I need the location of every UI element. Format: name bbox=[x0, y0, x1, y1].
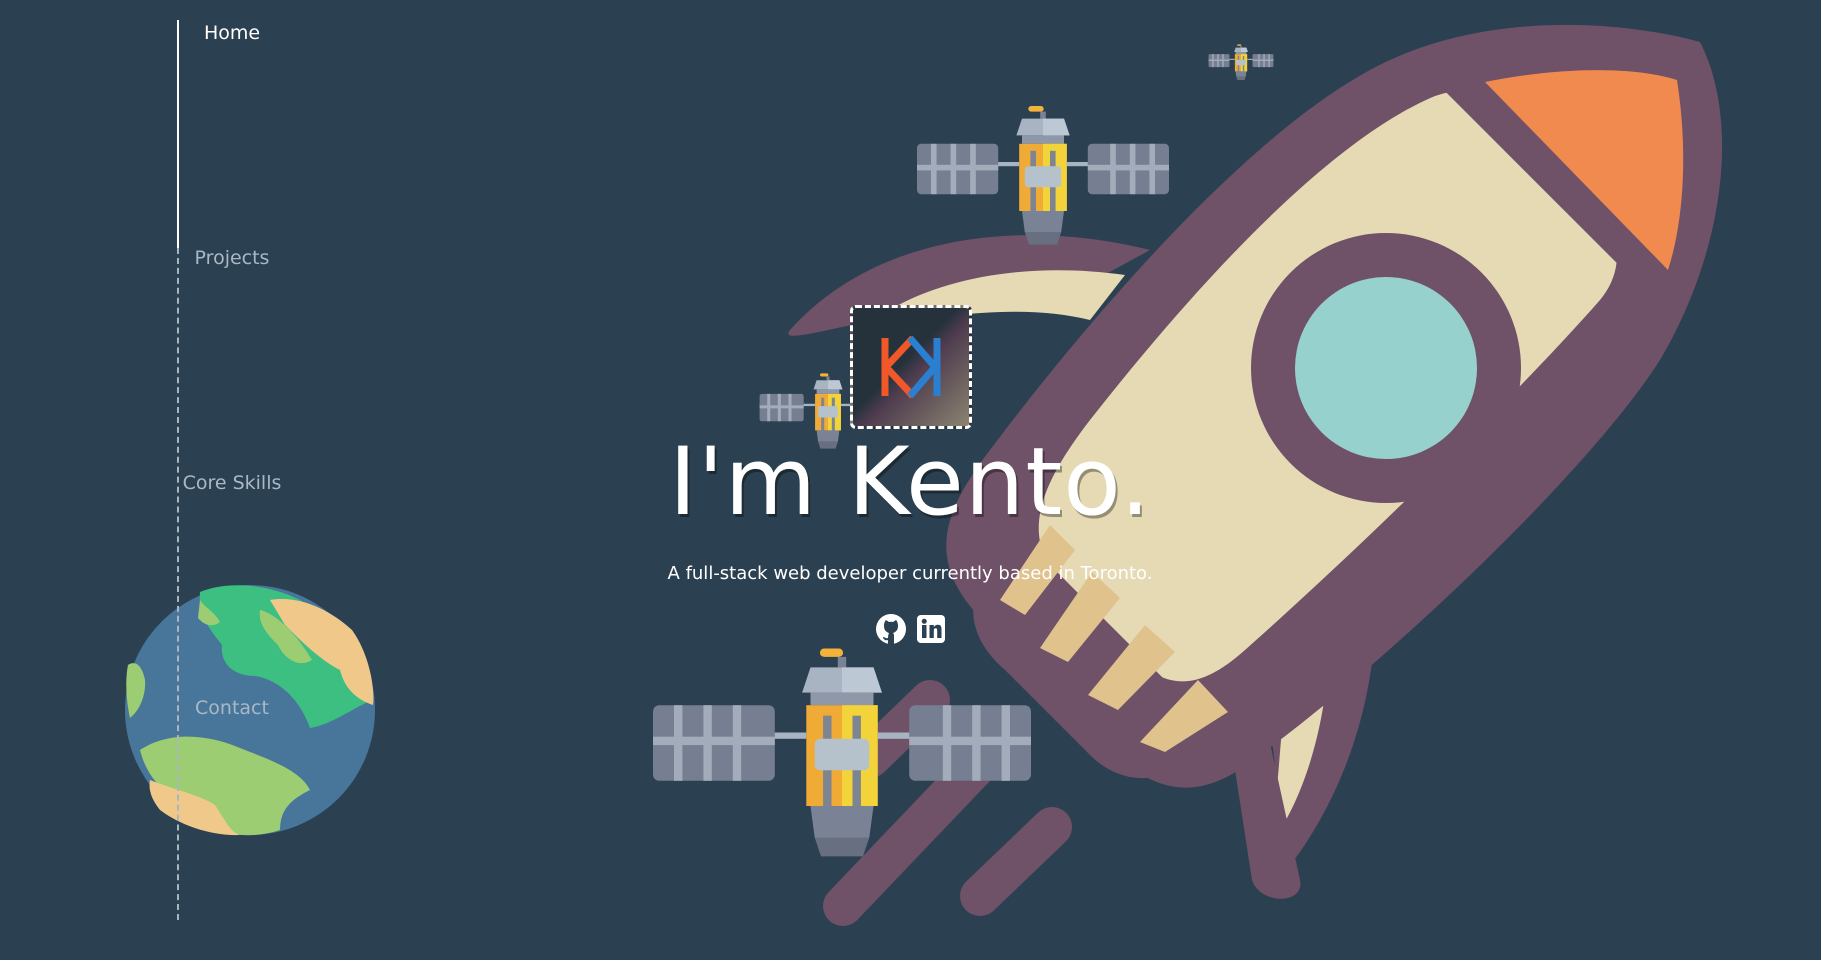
nav-track-line bbox=[177, 248, 179, 920]
github-link[interactable] bbox=[874, 612, 908, 646]
nav-item-core-skills[interactable]: Core Skills bbox=[152, 472, 312, 494]
kk-logo bbox=[850, 305, 972, 429]
github-icon bbox=[876, 614, 906, 644]
linkedin-icon bbox=[917, 615, 945, 643]
nav-item-home[interactable]: Home bbox=[152, 22, 312, 44]
hero-subtitle: A full-stack web developer currently bas… bbox=[667, 563, 1153, 584]
linkedin-link[interactable] bbox=[914, 612, 948, 646]
nav-progress-line bbox=[177, 20, 179, 248]
nav-item-contact[interactable]: Contact bbox=[152, 697, 312, 719]
nav-item-projects[interactable]: Projects bbox=[152, 247, 312, 269]
page: Home Projects Core Skills Contact I'm Ke… bbox=[0, 0, 1821, 960]
kk-logo-mark bbox=[881, 335, 941, 399]
hero-title: I'm Kento. bbox=[669, 428, 1151, 537]
